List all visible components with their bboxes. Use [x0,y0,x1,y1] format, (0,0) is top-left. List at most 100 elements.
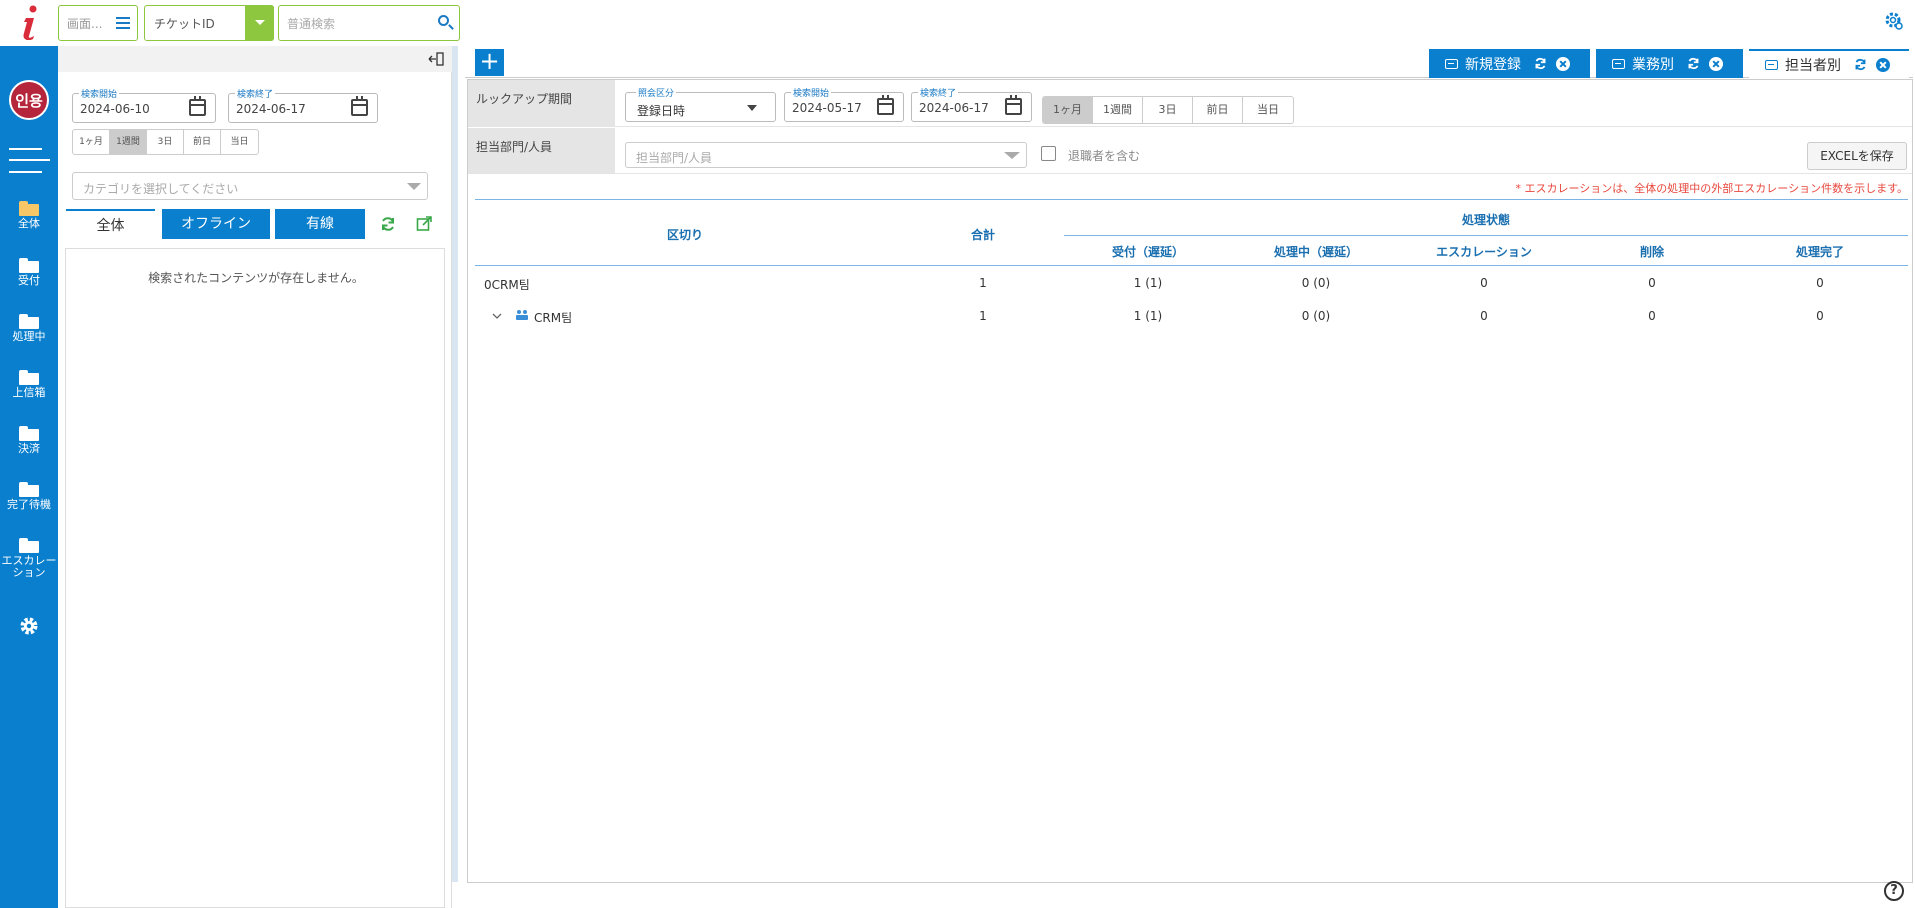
close-icon[interactable] [1556,56,1570,71]
divider [468,173,1912,174]
range-previous-day[interactable]: 前日 [1193,97,1243,123]
row-processing: 0 (0) [1301,309,1331,323]
save-excel-button[interactable]: EXCELを保存 [1807,142,1907,170]
row-escalation: 0 [1480,309,1488,323]
search-input[interactable]: 普通検索 [278,5,460,41]
escalation-note: * エスカレーションは、全体の処理中の外部エスカレーション件数を示します。 [1515,182,1908,195]
col-received[interactable]: 受付（遅延） [1064,243,1232,260]
filter-all-tab[interactable]: 全体 [66,209,155,239]
calendar-icon[interactable] [877,95,894,115]
screen-select[interactable]: 画面... [58,5,138,41]
row-deleted: 0 [1648,276,1656,290]
refresh-icon[interactable] [1534,57,1547,70]
nav-item-all[interactable]: 全体 [0,201,58,230]
table-top-border [475,199,1908,200]
app-logo[interactable] [18,4,42,40]
nav-item-upper-box[interactable]: 上信箱 [0,370,58,399]
external-link-icon[interactable] [416,216,432,232]
main-end-date-field[interactable]: 検索終了 2024-06-17 [911,86,1032,122]
range-3days[interactable]: 3日 [147,130,184,154]
settings-gear-icon[interactable] [1884,11,1904,31]
team-icon [516,310,528,320]
col-status-group: 処理状態 [1461,213,1510,227]
nav-item-escalation[interactable]: エスカレーション [0,538,58,579]
col-total[interactable]: 合計 [948,226,1018,243]
range-1week[interactable]: 1週間 [1093,97,1143,123]
panel-scrollbar[interactable] [452,46,458,882]
collapse-panel-icon[interactable] [428,52,444,66]
row-name[interactable]: 0CRM팀 [484,276,530,293]
refresh-icon[interactable] [1854,58,1867,71]
help-icon[interactable]: ? [1884,881,1904,901]
avatar[interactable]: 인용 [9,80,49,120]
category-placeholder: カテゴリを選択してください [83,182,239,196]
row-processing: 0 (0) [1301,276,1331,290]
col-completed[interactable]: 処理完了 [1736,243,1904,260]
nav-item-approval[interactable]: 決済 [0,426,58,455]
col-escalation[interactable]: エスカレーション [1400,243,1568,260]
inquiry-type-select[interactable]: 照会区分 登録日時 [625,86,776,122]
close-icon[interactable] [1709,56,1723,71]
gear-icon[interactable] [19,616,39,636]
tab-by-assignee[interactable]: 担当者別 [1749,49,1909,78]
range-3days[interactable]: 3日 [1143,97,1193,123]
filter-offline-tab[interactable]: オフライン [162,209,270,239]
range-previous-day[interactable]: 前日 [184,130,221,154]
search-placeholder: 普通検索 [287,16,336,31]
search-icon[interactable] [438,15,449,26]
folder-icon [19,426,39,441]
refresh-icon[interactable] [380,216,396,232]
row-name[interactable]: CRM팀 [534,309,572,326]
search-start-date-field[interactable]: 検索開始 2024-06-10 [72,87,216,123]
search-end-value: 2024-06-17 [236,102,306,116]
lookup-period-label: ルックアップ期間 [468,80,615,126]
nav-item-label: 上信箱 [12,386,46,399]
refresh-icon[interactable] [1687,57,1700,70]
chevron-down-icon[interactable] [492,312,502,320]
row-deleted: 0 [1648,309,1656,323]
main-start-value: 2024-05-17 [792,101,862,115]
nav-item-label: 完了待機 [7,498,51,511]
col-division[interactable]: 区切り [475,226,895,243]
col-deleted[interactable]: 削除 [1568,243,1736,260]
nav-item-received[interactable]: 受付 [0,258,58,287]
row-received: 1 (1) [1133,309,1163,323]
row-escalation: 0 [1480,276,1488,290]
include-retired-checkbox[interactable] [1041,146,1056,161]
tab-by-business[interactable]: 業務別 [1596,49,1743,78]
report-frame: ルックアップ期間 担当部門/人員 照会区分 登録日時 検索開始 2024-05-… [467,79,1913,883]
hamburger-menu-icon[interactable] [9,146,50,174]
dept-person-select[interactable]: 担当部門/人員 [625,142,1027,168]
folder-icon [19,370,39,385]
main-end-value: 2024-06-17 [919,101,989,115]
filter-wired-tab[interactable]: 有線 [275,209,365,239]
nav-item-processing[interactable]: 処理中 [0,314,58,343]
range-1week[interactable]: 1週間 [110,130,147,154]
range-today[interactable]: 当日 [1243,97,1293,123]
calendar-icon[interactable] [1005,95,1022,115]
nav-item-label: エスカレーション [1,554,57,579]
range-today[interactable]: 当日 [221,130,258,154]
close-icon[interactable] [1876,57,1890,72]
tab-new-registration[interactable]: 新規登録 [1429,49,1590,78]
add-tab-button[interactable]: + [475,49,504,76]
search-end-date-field[interactable]: 検索終了 2024-06-17 [228,87,378,123]
range-1month[interactable]: 1ヶ月 [1043,97,1093,123]
menu-icon[interactable] [116,17,130,29]
calendar-icon[interactable] [351,96,368,116]
ticket-id-value: チケットID [154,16,215,31]
chevron-down-icon[interactable] [245,5,274,41]
category-select[interactable]: カテゴリを選択してください [72,172,428,200]
calendar-icon[interactable] [189,96,206,116]
left-panel: 検索開始 2024-06-10 検索終了 2024-06-17 1ヶ月 1週間 … [58,46,452,908]
main-start-date-field[interactable]: 検索開始 2024-05-17 [784,86,904,122]
main-area: + 新規登録 業務別 担当者別 ルックアップ期間 担当部門/人員 照会区分 登録… [465,46,1915,908]
col-processing[interactable]: 処理中（遅延） [1232,243,1400,260]
ticket-id-select[interactable]: チケットID [144,5,274,41]
range-1month[interactable]: 1ヶ月 [73,130,110,154]
main-start-label: 検索開始 [791,86,832,99]
nav-item-completion-wait[interactable]: 完了待機 [0,482,58,511]
nav-item-label: 全体 [18,217,40,230]
tab-label: 業務別 [1632,56,1674,73]
row-completed: 0 [1816,309,1824,323]
